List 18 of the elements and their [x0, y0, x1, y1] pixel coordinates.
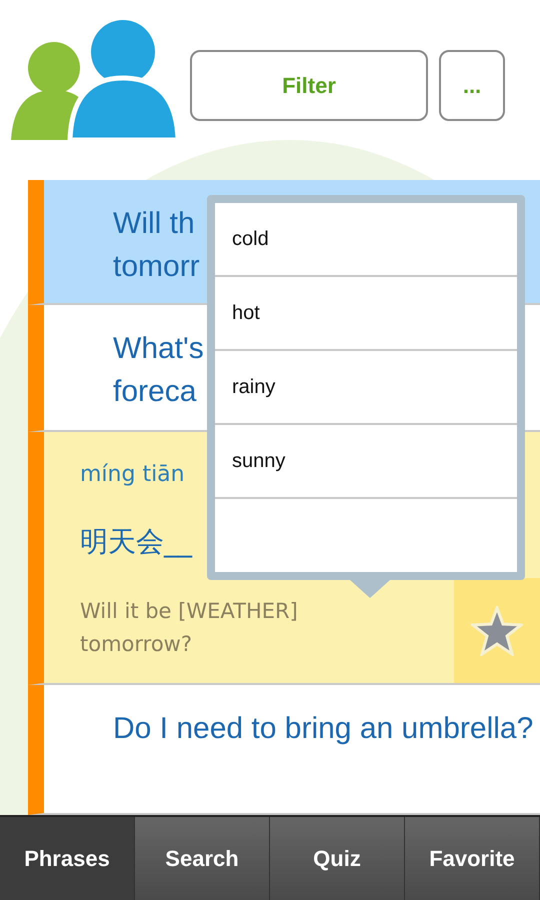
- dropdown-option[interactable]: cold: [215, 203, 517, 277]
- dropdown-option[interactable]: hot: [215, 277, 517, 351]
- chinese-text: 明天会__: [80, 524, 192, 560]
- phrase-text: What's foreca: [113, 331, 204, 410]
- dropdown-option[interactable]: sunny: [215, 425, 517, 499]
- star-icon: [471, 606, 523, 656]
- tab[interactable]: Search: [135, 817, 270, 900]
- people-icon: [10, 20, 178, 140]
- favorite-cell[interactable]: [454, 578, 540, 683]
- pinyin-text: míng tiān: [80, 462, 185, 487]
- phrase-row[interactable]: Do I need to bring an umbrella?: [28, 685, 540, 815]
- translation-text: Will it be [WEATHER] tomorrow?: [80, 598, 299, 658]
- tab[interactable]: Phrases: [0, 817, 135, 900]
- dropdown-option[interactable]: rainy: [215, 351, 517, 425]
- phrase-text: Will th tomorr: [113, 206, 200, 285]
- tab[interactable]: Quiz: [270, 817, 405, 900]
- phrase-text: Do I need to bring an umbrella?: [113, 711, 534, 747]
- tab[interactable]: Favorite: [405, 817, 540, 900]
